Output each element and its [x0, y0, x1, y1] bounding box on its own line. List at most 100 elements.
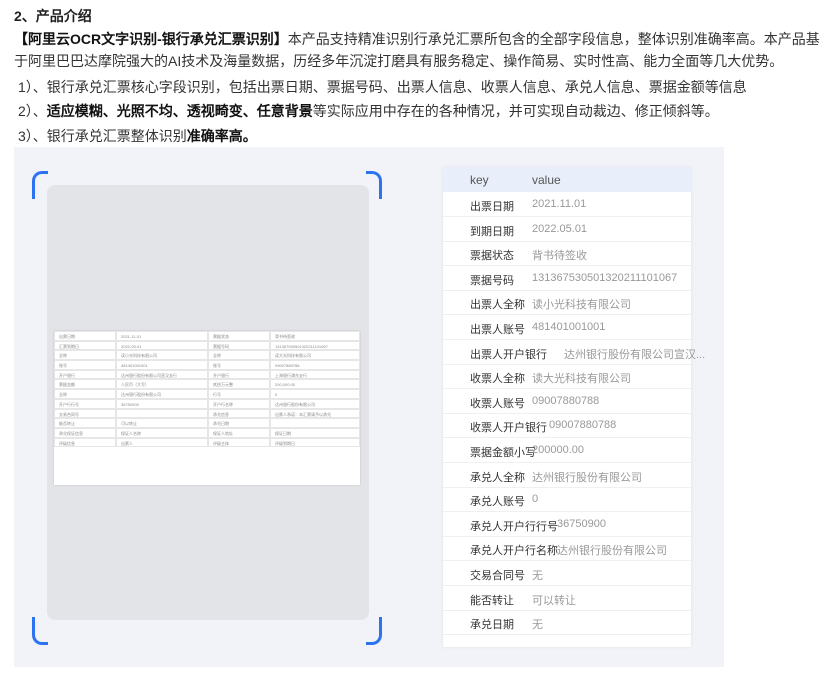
bill-cell [116, 408, 208, 419]
kv-key: 收票人账号 [470, 397, 525, 410]
bill-cell: 2022-05-01 [116, 340, 208, 351]
intro-paragraph: 【阿里云OCR文字识别-银行承兑汇票识别】本产品支持精准识别行承兑汇票所包含的全… [14, 28, 832, 72]
bill-cell: 贰拾万元整 [208, 379, 270, 390]
bill-cell: 票据金额 [54, 379, 116, 390]
scan-corner-top-left-icon [32, 171, 48, 199]
bill-cell: 开户银行 [208, 369, 270, 380]
scan-corner-bottom-right-icon [366, 617, 382, 645]
kv-key: 承兑人账号 [470, 496, 525, 509]
section-title: 2、产品介绍 [14, 8, 92, 24]
kv-key: 承兑日期 [470, 619, 514, 632]
kv-row: 收票人开户银行 09007880788 [443, 413, 691, 439]
kv-key: 能否转让 [470, 594, 514, 607]
bill-image: 出票日期 2021-11-01 票据状态 背书待签收 汇票到期日 2022-05-01 票据… [54, 331, 360, 485]
kv-key: 承兑人全称 [470, 471, 525, 484]
bill-cell: 上海银行浦东支行 [270, 369, 360, 380]
bill-cell: 达州银行股份有限公司 [116, 389, 208, 399]
kv-row: 收票人账号 09007880788 [443, 389, 691, 414]
bill-cell: 保证日期 [270, 427, 360, 438]
bill-table: 出票日期 2021-11-01 票据状态 背书待签收 汇票到期日 2022-05-01 票据… [54, 331, 360, 448]
kv-value: 0 [532, 493, 539, 506]
kv-value: 无 [532, 570, 543, 582]
feature-line-1: 1）、银行承兑汇票核心字段识别，包括出票日期、票据号码、出票人信息、收票人信息、… [18, 77, 747, 97]
intro-highlight: 【阿里云OCR文字识别-银行承兑汇票识别】 [14, 31, 288, 47]
kv-row: 出票日期 2021.11.01 [443, 192, 691, 217]
kv-row: 承兑人账号 0 [443, 487, 691, 513]
bill-cell: 开户行行号 [54, 398, 116, 409]
bill-cell: 账号 [208, 360, 270, 370]
ocr-demo-panel: 出票日期 2021-11-01 票据状态 背书待签收 汇票到期日 2022-05-01 票据… [14, 147, 724, 667]
bill-cell: 评级主体 [208, 437, 270, 448]
kv-value: 读小光科技有限公司 [532, 299, 631, 312]
kv-value: 2021.11.01 [532, 198, 587, 210]
feature-2-bold: 适应模糊、光照不均、透视畸变、任意背景 [46, 103, 313, 119]
bill-cell: 达州银行股份有限公司宣汉支行 [116, 369, 208, 380]
kv-row: 承兑日期 无 [443, 610, 691, 636]
kv-value: 200000.00 [532, 444, 584, 456]
kv-value: 达州银行股份有限公司 [557, 545, 667, 558]
bill-cell: 评级信息 [54, 437, 116, 448]
bill-cell: 09007880788 [270, 360, 360, 370]
kv-value: 36750900 [557, 517, 606, 530]
kv-row: 能否转让 可以转让 [443, 586, 691, 611]
bill-cell: 2021-11-01 [116, 331, 208, 341]
kv-key: 承兑人开户行名称 [470, 545, 558, 558]
header-value: value [532, 173, 561, 187]
bill-cell [270, 418, 360, 428]
kv-row: 票据状态 背书待签收 [443, 241, 691, 267]
kv-key: 出票人账号 [470, 324, 525, 336]
bill-cell: 全称 [54, 350, 116, 361]
feature-3-bold: 准确率高。 [186, 128, 257, 144]
kv-row: 到期日期 2022.05.01 [443, 217, 691, 242]
bill-cell: 读小光科技有限公司 [116, 350, 208, 361]
kv-value: 达州银行股份有限公司宣汉... [564, 348, 706, 361]
kv-row: 承兑人全称 达州银行股份有限公司 [443, 463, 691, 488]
kv-row: 出票人开户银行 达州银行股份有限公司宣汉... [443, 340, 705, 365]
bill-cell: 票据状态 [208, 331, 270, 341]
kv-key: 出票人开户银行 [470, 348, 547, 361]
bill-cell: 行号 [208, 389, 270, 399]
kv-value: 达州银行股份有限公司 [532, 471, 642, 484]
bill-cell: 36750900 [116, 398, 208, 409]
header-key: key [470, 173, 489, 187]
bill-cell: 评级到期日 [270, 437, 360, 448]
feature-line-2: 2）、适应模糊、光照不均、透视畸变、任意背景等实际应用中存在的各种情况，并可实现… [18, 101, 719, 121]
feature-3-prefix: 3）、银行承兑汇票整体识别 [18, 128, 187, 144]
kv-row: 出票人全称 读小光科技有限公司 [443, 290, 691, 316]
kv-value: 读大光科技有限公司 [532, 373, 631, 386]
kv-key: 出票人全称 [470, 299, 525, 312]
bill-cell: 开户行名称 [208, 398, 270, 409]
kv-value: 背书待签收 [532, 250, 587, 263]
bill-cell: 承兑保证信息 [54, 427, 116, 438]
feature-line-3: 3）、银行承兑汇票整体识别准确率高。 [18, 126, 257, 146]
bill-cell: 交易合同号 [54, 408, 116, 419]
bill-cell: 承兑信息 [208, 408, 270, 419]
bill-cell: 能否转让 [54, 418, 116, 428]
bill-cell: 票据号码 [208, 340, 270, 351]
kv-key: 收票人开户银行 [470, 422, 547, 435]
kv-value: 可以转让 [532, 594, 576, 607]
kv-key: 到期日期 [470, 225, 514, 238]
kv-row: 交易合同号无 [443, 561, 691, 586]
bill-cell: 人民币（大写） [116, 379, 208, 390]
kv-value: 09007880788 [549, 419, 617, 432]
feature-1-prefix: 1）、银行承兑汇票核心字段识别，包括出票日期、票据号码、出票人信息、收票人信息、… [18, 79, 747, 95]
kv-row: 收票人全称 读大光科技有限公司 [443, 364, 691, 390]
feature-2-prefix: 2）、 [18, 103, 47, 119]
kv-key: 票据号码 [470, 274, 514, 287]
kv-key: 收票人全称 [470, 373, 525, 386]
kv-result-table: key value 出票日期 2021.11.01 到期日期 2022.05.01 票据… [443, 167, 705, 647]
kv-table-header: key value [443, 167, 691, 192]
kv-key: 交易合同号 [470, 570, 525, 582]
bill-cell: 开户银行 [54, 369, 116, 380]
bill-cell: 读大光科技有限公司 [270, 350, 360, 361]
scan-corner-top-right-icon [366, 171, 382, 199]
kv-row: 票据金额小写 200000.00 [443, 438, 691, 463]
kv-value: 2022.05.01 [532, 222, 588, 235]
bill-cell: 200,000.00 [270, 379, 360, 390]
bill-cell: 汇票到期日 [54, 340, 116, 351]
kv-key: 票据金额小写 [470, 447, 536, 459]
kv-row: 票据号码 131367530501320211101067 [443, 266, 691, 291]
bill-cell: 全称 [208, 350, 270, 361]
kv-row: 承兑人开户行名称 达州银行股份有限公司 [443, 536, 691, 562]
